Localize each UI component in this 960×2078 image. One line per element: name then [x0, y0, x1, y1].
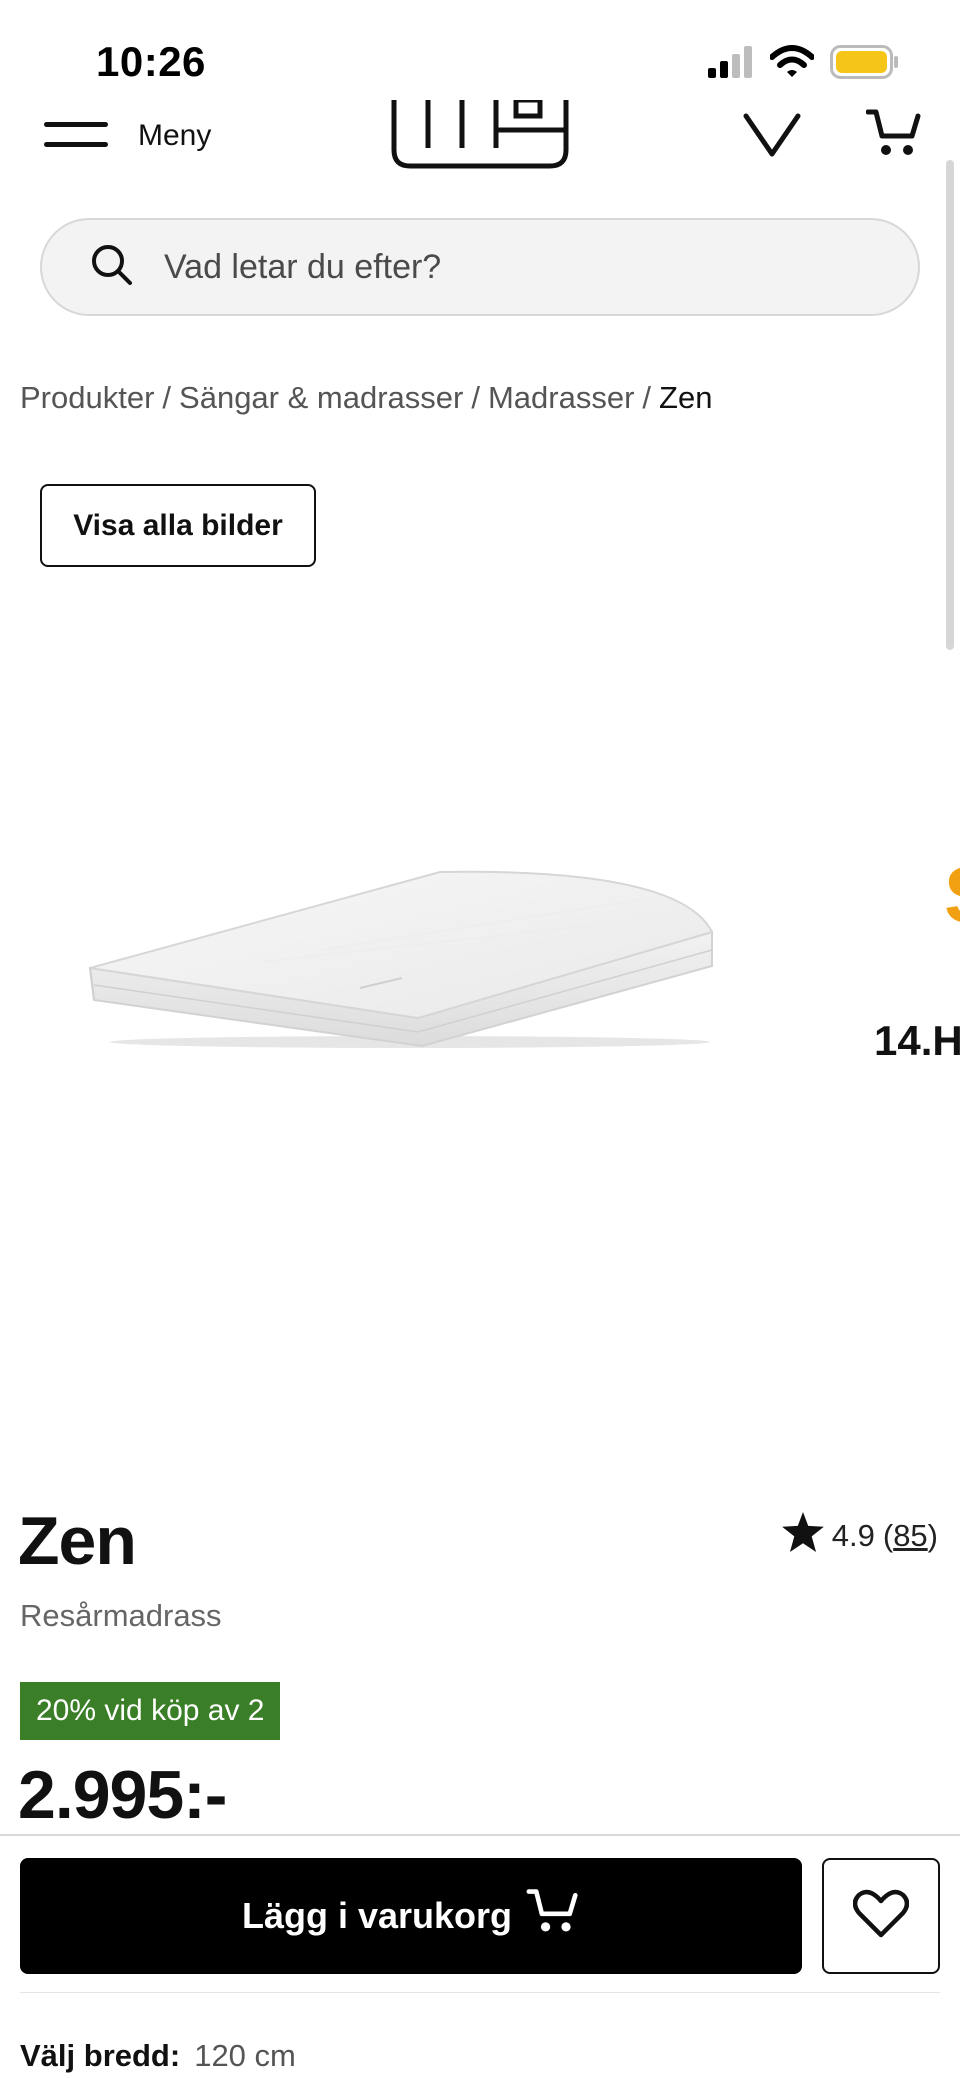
show-all-images-button[interactable]: Visa alla bilder	[40, 484, 316, 567]
cart-icon	[865, 109, 922, 166]
brand-logo[interactable]	[390, 97, 570, 175]
breadcrumb-current: Zen	[659, 380, 713, 415]
width-selector[interactable]: Välj bredd: 120 cm	[20, 2038, 296, 2074]
status-time: 10:26	[96, 38, 206, 85]
product-image[interactable]	[80, 850, 720, 1055]
heart-icon	[852, 1889, 910, 1944]
width-selector-label: Välj bredd:	[20, 2038, 181, 2073]
heart-outline-icon	[742, 113, 802, 166]
review-count-link[interactable]: 85	[893, 1518, 927, 1553]
breadcrumb: Produkter / Sängar & madrasser / Madrasser / Z…	[20, 380, 712, 416]
menu-button[interactable]: Meny	[44, 106, 211, 166]
breadcrumb-separator: /	[471, 380, 480, 415]
star-icon	[781, 1512, 824, 1560]
breadcrumb-item-madrasser[interactable]: Madrasser	[488, 380, 634, 415]
cellular-signal-icon	[708, 45, 754, 83]
product-title: Zen	[18, 1503, 137, 1579]
product-price: 2.995:-	[18, 1757, 227, 1833]
rating-value: 4.9	[831, 1518, 875, 1553]
next-slide-preview-glyph: S	[944, 862, 960, 928]
breadcrumb-separator: /	[162, 380, 172, 415]
search-input[interactable]	[164, 247, 864, 287]
product-image-carousel[interactable]: S 14.H	[0, 600, 960, 1440]
rating-count-wrapper: (85)	[883, 1518, 938, 1554]
favorites-button[interactable]	[742, 106, 802, 167]
wifi-icon	[769, 44, 815, 84]
breadcrumb-separator: /	[642, 380, 652, 415]
add-to-cart-label: Lägg i varukorg	[241, 1895, 513, 1936]
next-slide-preview-text: 14.H	[874, 1017, 960, 1064]
breadcrumb-item-sangar-madrasser[interactable]: Sängar & madrasser	[179, 380, 463, 415]
site-header: Meny	[0, 97, 960, 180]
page-scrollbar[interactable]	[946, 160, 954, 650]
sticky-purchase-bar: Lägg i varukorg	[0, 1834, 960, 1994]
cart-icon	[526, 1886, 580, 1947]
add-to-wishlist-button[interactable]	[822, 1858, 940, 1974]
product-subtitle: Resårmadrass	[20, 1598, 222, 1633]
status-icons	[708, 44, 900, 84]
product-rating[interactable]: 4.9 (85)	[781, 1512, 938, 1560]
rating-paren-close: )	[927, 1518, 938, 1553]
search-icon	[90, 243, 134, 292]
cart-button[interactable]	[865, 106, 922, 167]
rating-paren-open: (	[882, 1518, 894, 1553]
width-selector-value: 120 cm	[194, 2038, 296, 2073]
battery-icon	[830, 44, 900, 84]
divider	[20, 1992, 940, 1993]
menu-label: Meny	[138, 119, 212, 152]
promo-badge: 20% vid köp av 2	[20, 1682, 281, 1740]
breadcrumb-item-produkter[interactable]: Produkter	[20, 380, 154, 415]
search-bar[interactable]	[40, 218, 920, 316]
hamburger-icon	[44, 114, 110, 159]
add-to-cart-button[interactable]: Lägg i varukorg	[20, 1858, 802, 1974]
